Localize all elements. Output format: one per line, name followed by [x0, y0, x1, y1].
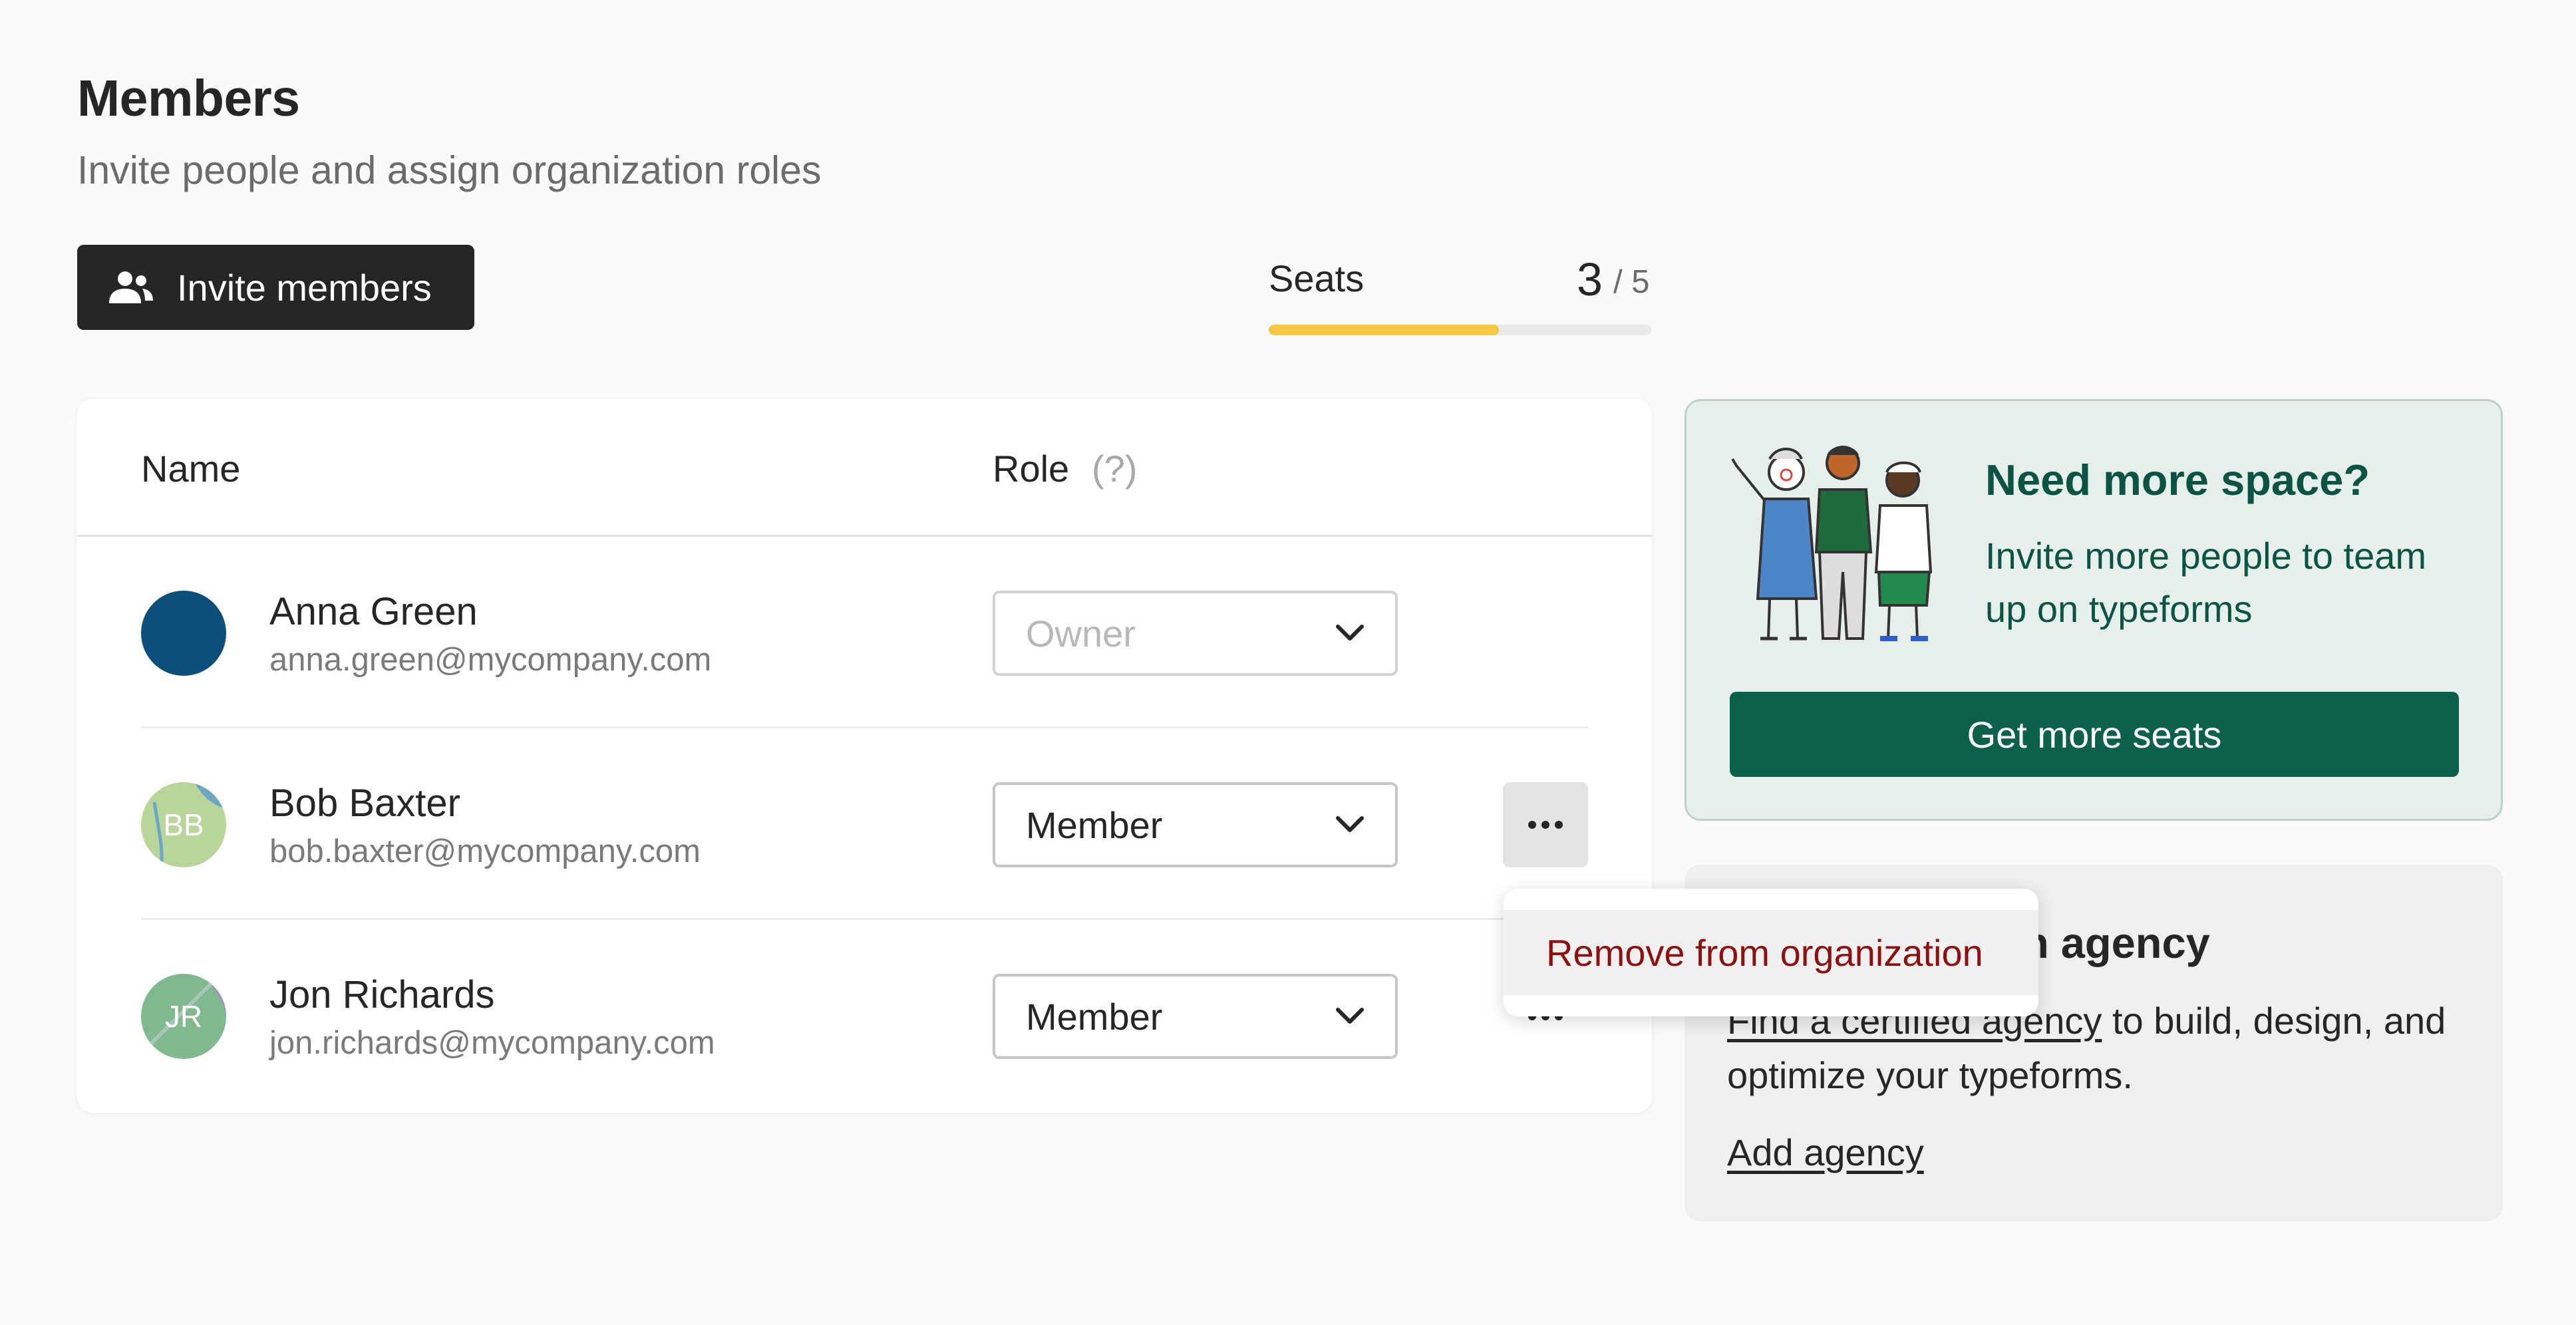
row-divider [141, 726, 1588, 728]
column-header-name: Name [141, 448, 241, 490]
member-email: jon.richards@mycompany.com [269, 1025, 715, 1061]
avatar: JR [141, 974, 226, 1059]
row-divider [141, 918, 1588, 920]
member-email: anna.green@mycompany.com [269, 642, 712, 678]
member-name: Anna Green [269, 590, 478, 633]
chevron-down-icon [1336, 816, 1364, 832]
role-select[interactable]: Member [993, 974, 1398, 1059]
table-header-divider [77, 535, 1652, 537]
page-title: Members [77, 70, 300, 127]
member-email: bob.baxter@mycompany.com [269, 833, 701, 869]
role-select-value: Owner [1026, 612, 1136, 655]
promo-text: Invite more people to team up on typefor… [1985, 535, 2427, 630]
seats-label: Seats [1269, 257, 1365, 299]
member-name: Jon Richards [269, 973, 495, 1016]
role-select-value: Member [1026, 804, 1163, 846]
role-select[interactable]: Member [993, 782, 1398, 867]
get-more-seats-button[interactable]: Get more seats [1730, 692, 2459, 777]
seats-total: / 5 [1613, 264, 1650, 300]
avatar-initials: JR [164, 999, 203, 1034]
avatar [141, 591, 226, 676]
role-select-value: Member [1026, 995, 1163, 1038]
agency-title: n agency [2022, 919, 2210, 967]
promo-title: Need more space? [1985, 456, 2370, 504]
member-name: Bob Baxter [269, 782, 460, 825]
avatar-initials: BB [163, 808, 204, 842]
remove-from-organization-item[interactable]: Remove from organization [1504, 910, 2038, 995]
role-help-icon[interactable]: (?) [1092, 447, 1137, 490]
ellipsis-dot [1555, 821, 1563, 829]
add-agency-link[interactable]: Add agency [1727, 1131, 1924, 1174]
ellipsis-dot [1541, 821, 1549, 829]
page-subtitle: Invite people and assign organization ro… [77, 148, 822, 192]
more-options-button[interactable] [1503, 782, 1588, 867]
seats-progress-fill [1269, 325, 1499, 335]
column-header-role: Role [993, 448, 1070, 490]
member-options-menu: Remove from organization [1504, 889, 2038, 1016]
ellipsis-icon [1528, 821, 1536, 829]
seats-used: 3 [1577, 253, 1603, 305]
role-select: Owner [993, 591, 1398, 676]
people-illustration-icon [1731, 446, 1933, 641]
avatar: BB [141, 782, 226, 867]
add-person-icon [109, 271, 153, 303]
invite-members-label: Invite members [177, 266, 432, 309]
seats-progress-bar [1269, 325, 1652, 335]
invite-members-button[interactable]: Invite members [77, 245, 474, 330]
chevron-down-icon [1336, 1008, 1364, 1024]
chevron-down-icon [1336, 625, 1364, 641]
